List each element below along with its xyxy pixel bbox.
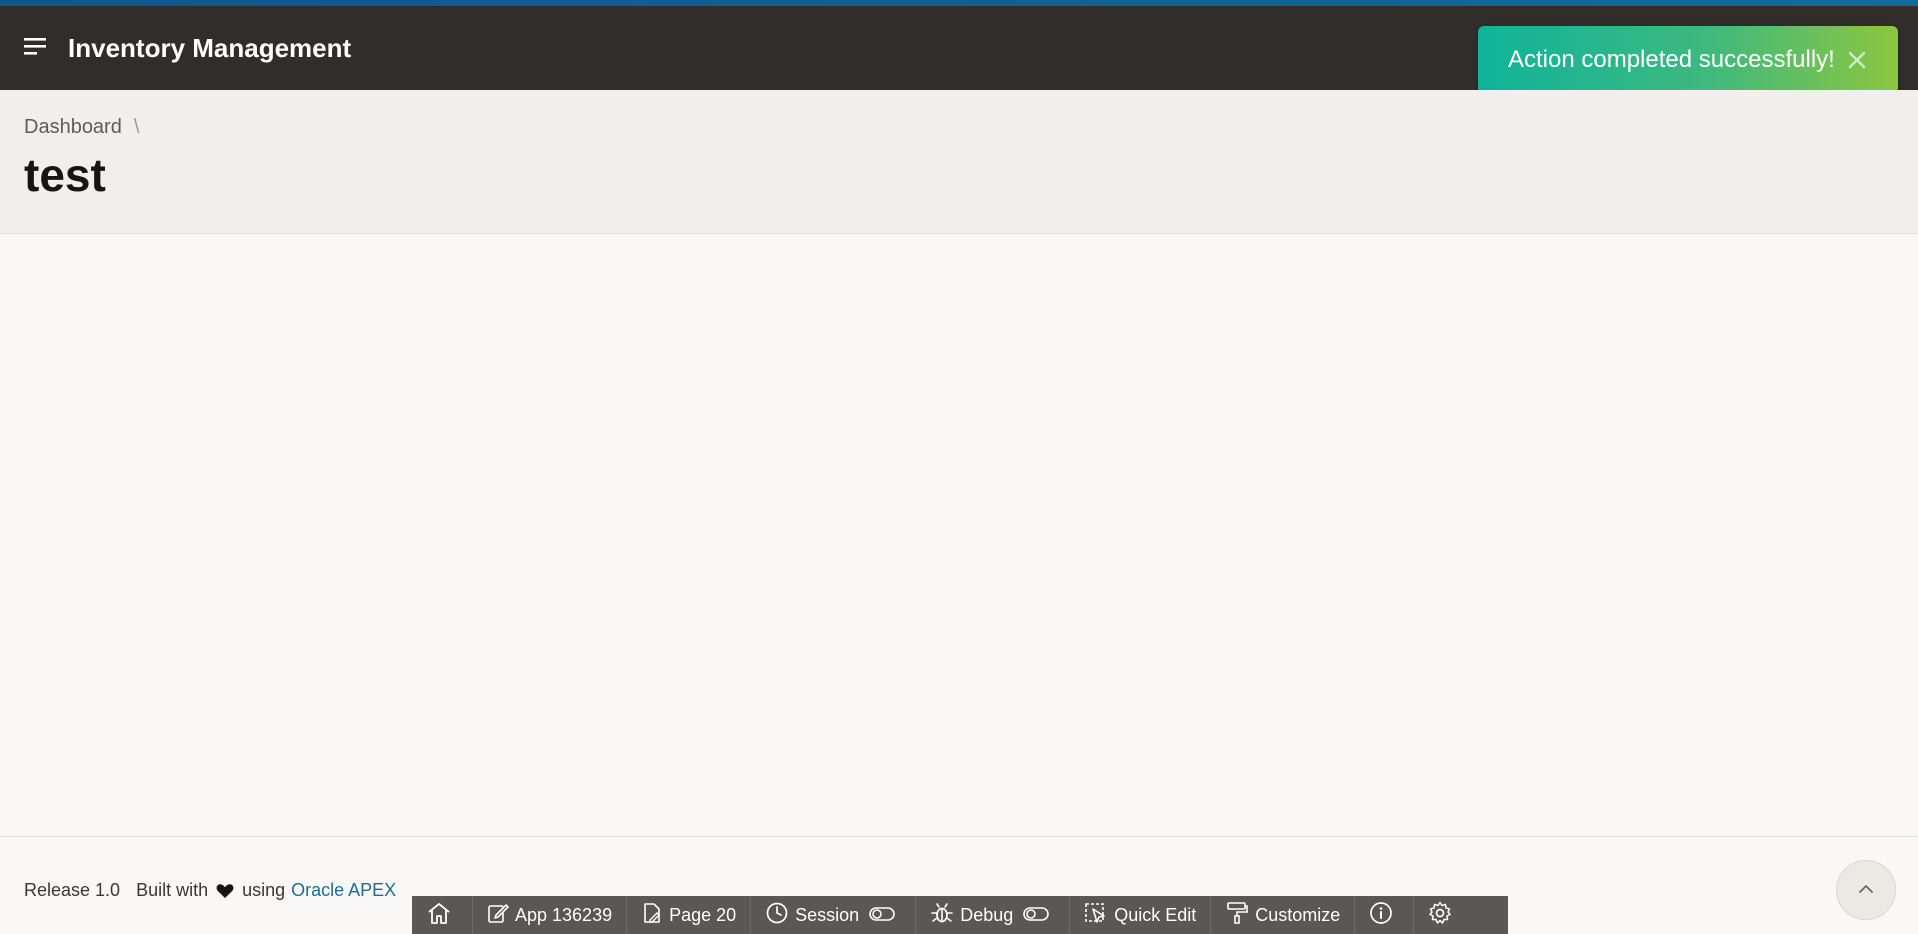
app-header: Inventory Management Action completed su… <box>0 6 1918 94</box>
dev-debug-label: Debug <box>960 904 1014 925</box>
dev-debug-button[interactable]: Debug <box>916 896 1071 934</box>
bug-icon <box>930 901 960 930</box>
using-label: using <box>242 880 286 900</box>
dev-info-button[interactable] <box>1355 896 1415 934</box>
dev-quick-edit-label: Quick Edit <box>1114 904 1197 925</box>
footer-divider <box>0 836 1918 837</box>
page-title-region: Dashboard \ test <box>0 90 1918 234</box>
info-icon <box>1369 901 1399 930</box>
dev-customize-button[interactable]: Customize <box>1211 896 1356 934</box>
heart-icon <box>216 883 234 899</box>
dev-app-label: App 136239 <box>515 904 613 925</box>
breadcrumb: Dashboard \ <box>24 116 139 139</box>
oracle-apex-link[interactable]: Oracle APEX <box>291 880 396 901</box>
dev-app-button[interactable]: App 136239 <box>473 896 628 934</box>
quick-edit-icon <box>1084 901 1114 930</box>
session-toggle-icon[interactable] <box>869 905 901 926</box>
dev-quick-edit-button[interactable]: Quick Edit <box>1070 896 1212 934</box>
gear-icon <box>1428 901 1458 930</box>
release-label: Release 1.0 <box>24 880 121 900</box>
breadcrumb-separator: \ <box>133 116 140 138</box>
clock-icon <box>765 901 795 930</box>
home-icon <box>426 901 458 930</box>
page-edit-icon <box>641 902 669 929</box>
dev-page-button[interactable]: Page 20 <box>627 896 752 934</box>
debug-toggle-icon[interactable] <box>1023 905 1055 926</box>
chevron-up-icon <box>1858 881 1874 899</box>
built-with-label: Built with <box>136 880 209 900</box>
edit-icon <box>487 902 515 929</box>
success-toast: Action completed successfully! <box>1478 26 1898 94</box>
toast-message: Action completed successfully! <box>1508 46 1835 73</box>
app-title[interactable]: Inventory Management <box>68 33 351 64</box>
footer: Release 1.0 Built with using Oracle APEX <box>24 880 396 901</box>
dev-session-button[interactable]: Session <box>751 896 917 934</box>
breadcrumb-item-dashboard[interactable]: Dashboard <box>24 116 122 139</box>
developer-toolbar: App 136239 Page 20 Session Debug Quick E… <box>412 896 1508 934</box>
dev-page-label: Page 20 <box>669 904 737 925</box>
dev-settings-button[interactable] <box>1414 896 1472 934</box>
dev-session-label: Session <box>795 904 860 925</box>
paint-roller-icon <box>1225 901 1255 930</box>
dev-customize-label: Customize <box>1255 904 1341 925</box>
close-icon[interactable] <box>1845 48 1869 72</box>
dev-home-button[interactable] <box>412 896 473 934</box>
navigation-menu-button[interactable] <box>16 28 56 68</box>
scroll-to-top-button[interactable] <box>1836 860 1896 920</box>
page-title: test <box>24 149 106 201</box>
hamburger-icon <box>24 36 48 61</box>
